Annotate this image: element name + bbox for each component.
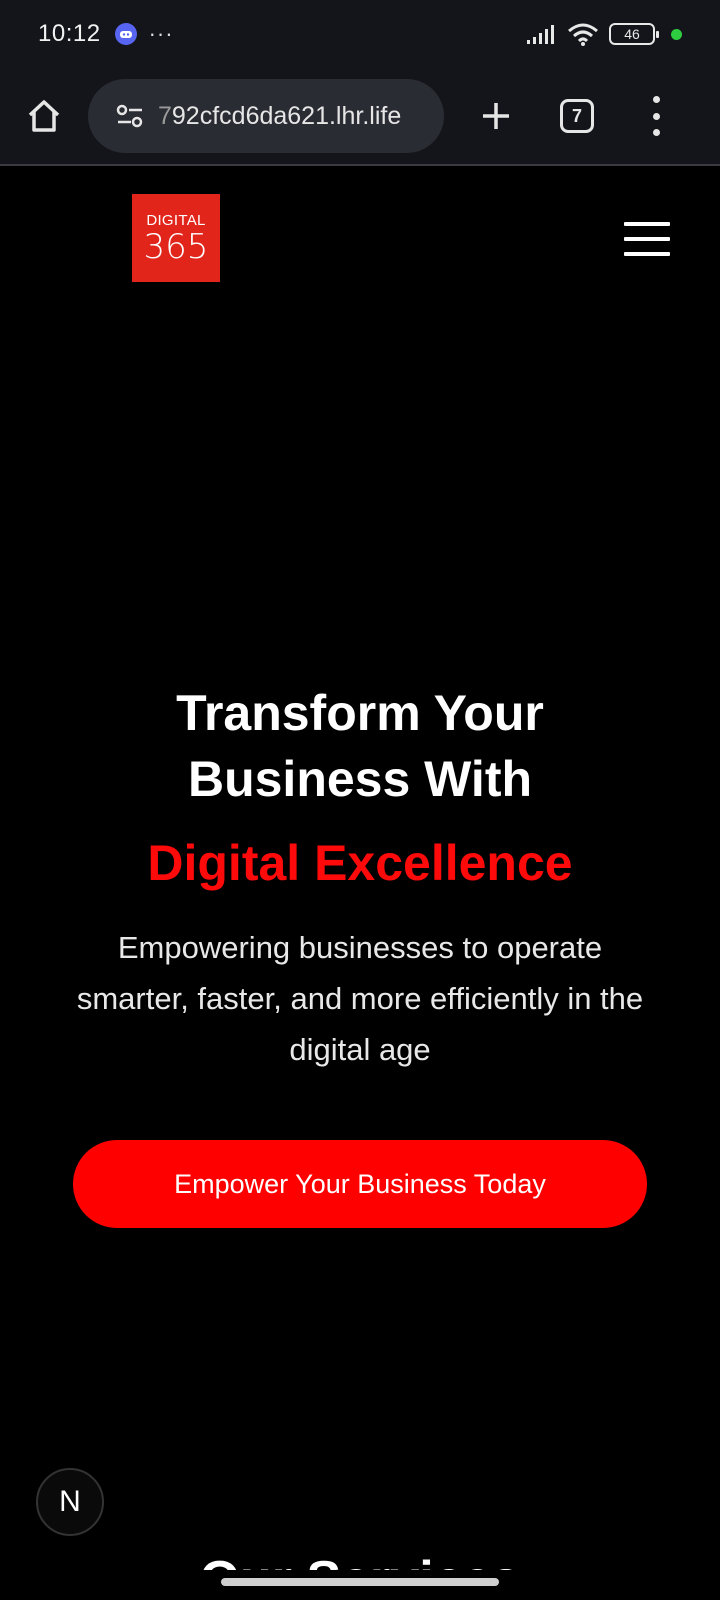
hero-section: Transform Your Business With Digital Exc… xyxy=(0,680,720,1075)
status-icons: 46 xyxy=(527,22,682,46)
site-settings-icon[interactable] xyxy=(116,104,144,128)
tab-count: 7 xyxy=(571,105,582,126)
url-host: 92cfcd6da621.lhr.life xyxy=(171,101,402,130)
home-indicator[interactable] xyxy=(221,1578,499,1586)
menu-dot-icon xyxy=(652,129,660,136)
screen: 10:12 ··· 46 792cfcd6da621.lhr.life 7 DI… xyxy=(0,0,720,1600)
discord-notification-icon xyxy=(114,23,137,45)
logo-text-top: DIGITAL xyxy=(146,211,206,229)
browser-toolbar: 792cfcd6da621.lhr.life 7 xyxy=(0,68,720,166)
status-time: 10:12 xyxy=(38,20,101,47)
hero-title-line-2: Business With xyxy=(187,751,533,807)
privacy-indicator-dot xyxy=(671,28,682,40)
hero-subtitle: Empowering businesses to operate smarter… xyxy=(76,930,644,1067)
empower-business-button[interactable]: Empower Your Business Today xyxy=(73,1140,647,1228)
menu-dot-icon xyxy=(652,112,660,120)
hamburger-line xyxy=(624,252,670,256)
menu-dot-icon xyxy=(652,96,660,103)
battery-icon: 46 xyxy=(609,23,659,45)
browser-menu-button[interactable] xyxy=(646,96,666,136)
address-bar[interactable]: 792cfcd6da621.lhr.life xyxy=(88,79,444,153)
signal-icon xyxy=(527,25,554,44)
logo-text-bottom: 365 xyxy=(143,226,209,267)
hero-title-line-1: Transform Your xyxy=(176,685,544,741)
wifi-icon xyxy=(568,23,598,46)
plus-icon xyxy=(483,103,509,129)
hamburger-menu-icon[interactable] xyxy=(624,222,670,256)
hamburger-line xyxy=(624,237,670,241)
more-notifications-icon: ··· xyxy=(148,21,174,46)
next-dev-tools-button[interactable]: N xyxy=(36,1468,104,1536)
home-button[interactable] xyxy=(22,94,66,138)
url-text[interactable]: 792cfcd6da621.lhr.life xyxy=(158,102,401,131)
hamburger-line xyxy=(624,222,670,226)
status-bar: 10:12 ··· 46 xyxy=(0,0,720,68)
tab-switcher-button[interactable]: 7 xyxy=(560,99,594,133)
site-logo[interactable]: DIGITAL 365 xyxy=(132,194,220,282)
hero-title-accent: Digital Excellence xyxy=(147,835,573,891)
url-prefix: 7 xyxy=(158,101,172,130)
home-icon xyxy=(28,100,60,132)
battery-level: 46 xyxy=(624,26,640,42)
new-tab-button[interactable] xyxy=(474,94,518,138)
